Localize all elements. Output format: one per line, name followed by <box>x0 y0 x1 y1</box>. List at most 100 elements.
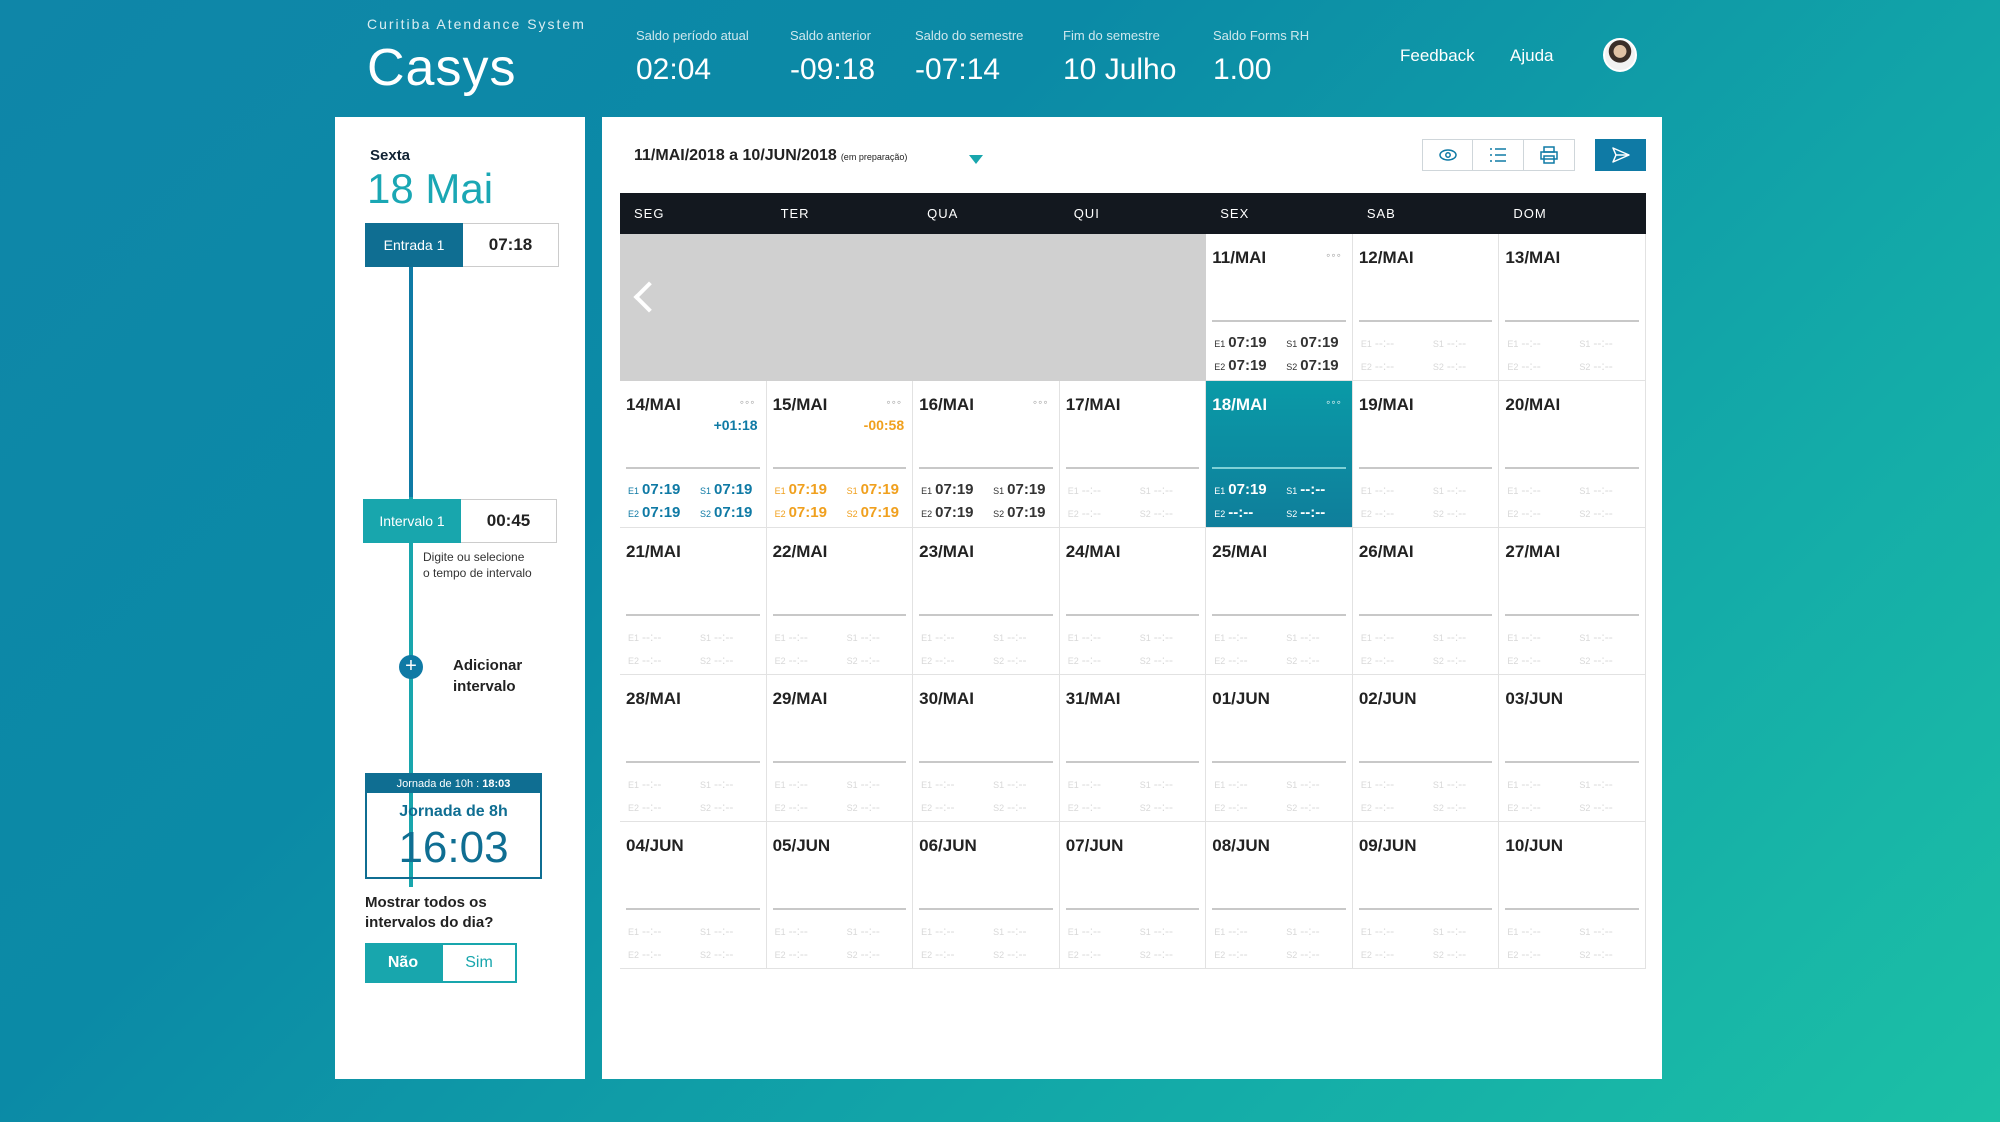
time-s2[interactable]: S2 --:-- <box>1286 947 1319 961</box>
calendar-day-cell[interactable]: 26/MAI E1 --:-- S1 --:-- E2 --:-- S2 --:-- <box>1352 528 1500 675</box>
time-s1[interactable]: S1 --:-- <box>993 777 1026 791</box>
time-e1[interactable]: E1 --:-- <box>921 924 954 938</box>
time-e1[interactable]: E1 --:-- <box>1214 924 1247 938</box>
time-s2[interactable]: S2 --:-- <box>1433 359 1466 373</box>
time-e1[interactable]: E1 --:-- <box>1507 924 1540 938</box>
time-e2[interactable]: E2 --:-- <box>1068 800 1101 814</box>
time-s2[interactable]: S2 --:-- <box>1433 800 1466 814</box>
time-s2[interactable]: S2 --:-- <box>1433 947 1466 961</box>
calendar-day-cell[interactable]: 03/JUN E1 --:-- S1 --:-- E2 --:-- S2 --:-- <box>1499 675 1646 822</box>
time-s2[interactable]: S2 --:-- <box>1579 947 1612 961</box>
calendar-day-cell[interactable]: 27/MAI E1 --:-- S1 --:-- E2 --:-- S2 --:-- <box>1499 528 1646 675</box>
more-options-icon[interactable]: ◦◦◦ <box>740 395 756 409</box>
more-options-icon[interactable]: ◦◦◦ <box>1326 395 1342 409</box>
time-s2[interactable]: S2 --:-- <box>700 800 733 814</box>
time-e1[interactable]: E1 07:19 <box>1214 481 1266 498</box>
time-s2[interactable]: S2 --:-- <box>700 947 733 961</box>
time-s2[interactable]: S2 --:-- <box>847 800 880 814</box>
calendar-day-cell[interactable]: 02/JUN E1 --:-- S1 --:-- E2 --:-- S2 --:-- <box>1352 675 1500 822</box>
time-s1[interactable]: S1 --:-- <box>1433 336 1466 350</box>
calendar-day-cell[interactable]: 15/MAI ◦◦◦ -00:58 E1 07:19 S1 07:19 E2 07:19 S2 07… <box>766 381 914 528</box>
time-s1[interactable]: S1 07:19 <box>700 481 752 498</box>
time-s1[interactable]: S1 --:-- <box>1579 924 1612 938</box>
time-e2[interactable]: E2 --:-- <box>628 800 661 814</box>
time-e2[interactable]: E2 --:-- <box>775 947 808 961</box>
time-s1[interactable]: S1 --:-- <box>1579 630 1612 644</box>
calendar-day-cell[interactable]: 19/MAI E1 --:-- S1 --:-- E2 --:-- S2 --:-- <box>1352 381 1500 528</box>
time-e2[interactable]: E2 07:19 <box>775 504 827 521</box>
calendar-day-cell[interactable]: 05/JUN E1 --:-- S1 --:-- E2 --:-- S2 --:-- <box>766 822 914 969</box>
time-s1[interactable]: S1 --:-- <box>1286 630 1319 644</box>
list-button[interactable] <box>1473 139 1524 171</box>
time-e2[interactable]: E2 --:-- <box>1361 947 1394 961</box>
time-s1[interactable]: S1 07:19 <box>847 481 899 498</box>
calendar-day-cell[interactable]: 29/MAI E1 --:-- S1 --:-- E2 --:-- S2 --:-- <box>766 675 914 822</box>
time-e2[interactable]: E2 --:-- <box>1507 800 1540 814</box>
time-e1[interactable]: E1 --:-- <box>1361 924 1394 938</box>
time-e2[interactable]: E2 --:-- <box>1361 653 1394 667</box>
time-e2[interactable]: E2 --:-- <box>1507 653 1540 667</box>
time-s1[interactable]: S1 --:-- <box>1579 483 1612 497</box>
time-s2[interactable]: S2 --:-- <box>1286 504 1325 521</box>
feedback-link[interactable]: Feedback <box>1400 46 1475 66</box>
time-s2[interactable]: S2 --:-- <box>993 947 1026 961</box>
calendar-day-cell[interactable]: 31/MAI E1 --:-- S1 --:-- E2 --:-- S2 --:-- <box>1059 675 1207 822</box>
time-s1[interactable]: S1 --:-- <box>1140 483 1173 497</box>
time-e1[interactable]: E1 --:-- <box>775 777 808 791</box>
time-e1[interactable]: E1 --:-- <box>1507 483 1540 497</box>
time-s1[interactable]: S1 --:-- <box>1579 777 1612 791</box>
time-s2[interactable]: S2 --:-- <box>1140 653 1173 667</box>
time-e1[interactable]: E1 --:-- <box>775 630 808 644</box>
calendar-day-cell[interactable]: 07/JUN E1 --:-- S1 --:-- E2 --:-- S2 --:-- <box>1059 822 1207 969</box>
time-s1[interactable]: S1 --:-- <box>847 630 880 644</box>
time-s2[interactable]: S2 --:-- <box>1579 506 1612 520</box>
entry-time-input[interactable]: 07:18 <box>463 223 559 267</box>
time-s2[interactable]: S2 --:-- <box>1140 800 1173 814</box>
calendar-day-cell[interactable]: 08/JUN E1 --:-- S1 --:-- E2 --:-- S2 --:-- <box>1206 822 1353 969</box>
time-e1[interactable]: E1 --:-- <box>1214 630 1247 644</box>
time-e1[interactable]: E1 --:-- <box>628 777 661 791</box>
calendar-day-cell[interactable]: 18/MAI ◦◦◦ E1 07:19 S1 --:-- E2 --:-- S2 --:-- <box>1206 381 1353 528</box>
time-s1[interactable]: S1 --:-- <box>847 777 880 791</box>
time-s2[interactable]: S2 --:-- <box>993 800 1026 814</box>
avatar[interactable] <box>1603 38 1637 72</box>
time-s2[interactable]: S2 --:-- <box>1140 947 1173 961</box>
time-e1[interactable]: E1 07:19 <box>921 481 973 498</box>
time-s1[interactable]: S1 --:-- <box>1433 924 1466 938</box>
time-s2[interactable]: S2 --:-- <box>1579 653 1612 667</box>
time-e1[interactable]: E1 --:-- <box>1361 630 1394 644</box>
calendar-day-cell[interactable]: 20/MAI E1 --:-- S1 --:-- E2 --:-- S2 --:-- <box>1499 381 1646 528</box>
calendar-day-cell[interactable]: 10/JUN E1 --:-- S1 --:-- E2 --:-- S2 --:-- <box>1499 822 1646 969</box>
send-button[interactable] <box>1595 139 1646 171</box>
add-interval-button[interactable]: Adicionar intervalo <box>453 655 522 697</box>
time-s2[interactable]: S2 --:-- <box>1579 359 1612 373</box>
time-e2[interactable]: E2 --:-- <box>775 653 808 667</box>
time-e1[interactable]: E1 07:19 <box>1214 334 1266 351</box>
calendar-day-cell[interactable]: 22/MAI E1 --:-- S1 --:-- E2 --:-- S2 --:-- <box>766 528 914 675</box>
time-e2[interactable]: E2 --:-- <box>1214 947 1247 961</box>
calendar-day-cell[interactable]: 21/MAI E1 --:-- S1 --:-- E2 --:-- S2 --:-- <box>620 528 767 675</box>
calendar-day-cell[interactable]: 01/JUN E1 --:-- S1 --:-- E2 --:-- S2 --:-- <box>1206 675 1353 822</box>
time-s2[interactable]: S2 --:-- <box>1433 653 1466 667</box>
time-e2[interactable]: E2 --:-- <box>775 800 808 814</box>
time-s2[interactable]: S2 07:19 <box>993 504 1045 521</box>
time-e2[interactable]: E2 --:-- <box>921 947 954 961</box>
time-s1[interactable]: S1 --:-- <box>700 630 733 644</box>
time-e2[interactable]: E2 07:19 <box>628 504 680 521</box>
calendar-day-cell[interactable]: 24/MAI E1 --:-- S1 --:-- E2 --:-- S2 --:-- <box>1059 528 1207 675</box>
time-e1[interactable]: E1 --:-- <box>775 924 808 938</box>
calendar-day-cell[interactable]: 30/MAI E1 --:-- S1 --:-- E2 --:-- S2 --:-- <box>913 675 1060 822</box>
time-s2[interactable]: S2 --:-- <box>993 653 1026 667</box>
help-link[interactable]: Ajuda <box>1510 46 1553 66</box>
time-s2[interactable]: S2 --:-- <box>1286 800 1319 814</box>
calendar-day-cell[interactable]: 14/MAI ◦◦◦ +01:18 E1 07:19 S1 07:19 E2 07:19 S2 07… <box>620 381 767 528</box>
time-s1[interactable]: S1 07:19 <box>1286 334 1338 351</box>
toggle-yes-button[interactable]: Sim <box>441 943 517 983</box>
time-e2[interactable]: E2 --:-- <box>1214 504 1253 521</box>
period-dropdown-icon[interactable] <box>969 155 983 164</box>
more-options-icon[interactable]: ◦◦◦ <box>1326 248 1342 262</box>
time-s2[interactable]: S2 --:-- <box>1579 800 1612 814</box>
time-s1[interactable]: S1 --:-- <box>1433 777 1466 791</box>
time-s2[interactable]: S2 07:19 <box>847 504 899 521</box>
time-e2[interactable]: E2 --:-- <box>1361 506 1394 520</box>
